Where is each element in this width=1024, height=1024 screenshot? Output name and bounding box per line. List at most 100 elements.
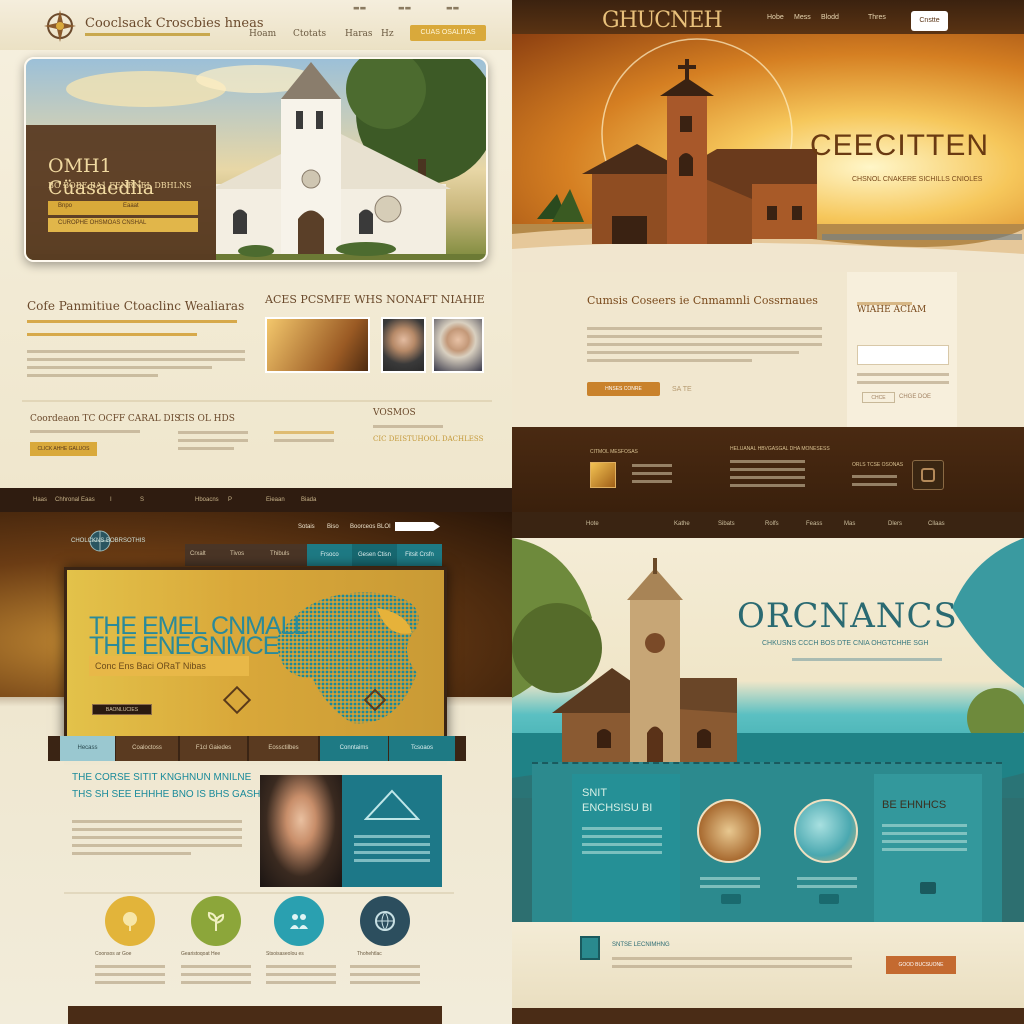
medallion-button[interactable] <box>721 894 741 904</box>
footer-link[interactable]: Hboacns <box>195 497 219 503</box>
top-mini-link[interactable]: ▬▬ <box>398 4 411 12</box>
tab[interactable]: Coaloctoss <box>116 736 178 761</box>
nav-more[interactable]: Hz <box>381 29 394 39</box>
gallery-thumb-interior[interactable] <box>265 317 370 373</box>
col3-subtitle: CIC DEISTUHOOL DACHLESS <box>373 435 484 443</box>
site-logo-text[interactable]: Cooclsack Croscbies hneas <box>85 16 264 31</box>
header-nav: Hote Kathe Sibats Rolfs Feass Mas Dlers … <box>512 512 1024 538</box>
top-mini-link[interactable]: ▬▬ <box>353 4 366 12</box>
top-link[interactable]: Boorceos BLOI <box>350 524 391 530</box>
tab[interactable]: Tcsoaos <box>389 736 455 761</box>
nav-news[interactable]: Mess <box>794 14 811 21</box>
nav-more[interactable]: Thres <box>868 14 886 21</box>
content-button[interactable]: HNSES CONRE <box>587 382 660 396</box>
tab[interactable]: Eossctilbes <box>249 736 318 761</box>
top-nav-item[interactable]: Thibuls <box>270 551 289 557</box>
content-area: Cumsis Coseers ie Cnmamnli Cossrnaues HN… <box>512 272 1024 427</box>
footer-link[interactable]: Biada <box>301 497 316 503</box>
section-text <box>72 815 242 860</box>
nav-item[interactable]: Kathe <box>674 521 690 527</box>
hero-button[interactable]: BAONLUCIES <box>92 704 152 715</box>
medallion-text <box>797 872 857 893</box>
feature-col2-text <box>730 455 805 492</box>
hero-church-illustration <box>512 538 1024 798</box>
sidebar-text <box>857 368 949 389</box>
footer-link[interactable]: Haas <box>33 497 47 503</box>
gallery-thumb-person[interactable] <box>381 317 426 373</box>
right-text <box>882 819 967 856</box>
tab-active[interactable]: Hecass <box>60 736 115 761</box>
nav-blog[interactable]: Blodd <box>821 14 839 21</box>
left-text <box>582 822 662 859</box>
nav-services[interactable]: Haras <box>345 29 373 39</box>
top-link[interactable]: Sotais <box>298 524 315 530</box>
footer-link[interactable]: P <box>228 497 232 503</box>
template-church-sunset: GHUCNEH Hobe Mess Blodd Thres Cnstte CEE… <box>512 0 1024 512</box>
top-nav-item-active[interactable]: Frsoco <box>307 544 352 566</box>
footer-button[interactable]: GOOD BUCSUONE <box>886 956 956 974</box>
feature-circle[interactable] <box>191 896 241 946</box>
footer-link[interactable]: I <box>110 497 112 503</box>
top-nav-item[interactable]: Tivos <box>230 551 244 557</box>
hero-banner: ORCNANCS CHKUSNS CCCH BOS DTE CNIA OHGTC… <box>512 538 1024 798</box>
col2b-text <box>274 426 334 447</box>
hero-text <box>792 653 942 666</box>
footer-link[interactable]: Chhronal Eaas <box>55 497 95 503</box>
nav-item[interactable]: Cllaas <box>928 521 945 527</box>
footer-link[interactable]: S <box>140 497 144 503</box>
nav-home[interactable]: Hoam <box>249 29 276 39</box>
feature-thumb[interactable] <box>590 462 616 488</box>
nav-home[interactable]: Hobe <box>767 14 784 21</box>
gallery-thumb-person[interactable] <box>432 317 484 373</box>
feature-text <box>181 960 251 989</box>
top-nav-item[interactable]: Fitsit Crsfn <box>397 544 442 566</box>
shield-icon <box>580 936 600 960</box>
nav-item[interactable]: Dlers <box>888 521 902 527</box>
top-nav-item[interactable]: Crxalt <box>190 551 206 557</box>
medallion-button[interactable] <box>819 894 839 904</box>
top-link[interactable]: Biso <box>327 524 339 530</box>
site-logo-text[interactable]: GHUCNEH <box>602 8 723 33</box>
sidebar-button[interactable]: CHCE <box>862 392 895 403</box>
nav-item[interactable]: Rolfs <box>765 521 779 527</box>
col2-title: CIS OL HDS <box>178 414 235 424</box>
tab[interactable]: F1cl Gaiedes <box>180 736 247 761</box>
feature-circle[interactable] <box>360 896 410 946</box>
globe-medallion-icon[interactable] <box>794 799 858 863</box>
right-button[interactable] <box>920 882 936 894</box>
nav-item[interactable]: Hote <box>586 521 599 527</box>
footer-link[interactable]: Eieaan <box>266 497 285 503</box>
feature-col1-text <box>632 459 672 488</box>
nav-contact-button[interactable]: Cnstte <box>911 11 948 31</box>
frame-icon <box>921 468 935 482</box>
site-logo-text[interactable]: CHOLCKNS BOBRSOTHIS <box>71 538 181 544</box>
nav-item[interactable]: Sibats <box>718 521 735 527</box>
hero-banner: CEECITTEN CHSNOL CNAKERE SICHILLS CNIOLE… <box>512 34 1024 276</box>
arrow-icon[interactable] <box>395 522 440 531</box>
sidebar-input[interactable] <box>857 345 949 365</box>
top-mini-link[interactable]: ▬▬ <box>446 4 459 12</box>
nav-about[interactable]: Ctotats <box>293 29 326 39</box>
feature-circle[interactable] <box>274 896 324 946</box>
section-title-1: THE CORSE SITIT KNGHNUN MNILNE <box>72 772 252 783</box>
hero-submit-button[interactable]: CUROPHE OHSMOAS CNSHAL <box>48 218 198 232</box>
sidebar-link[interactable]: CHGE DOE <box>899 394 931 400</box>
sidebar-title: WIAHE ACIAM <box>857 305 927 315</box>
col1-button[interactable]: CLICK AHHE GALUOS <box>30 442 97 456</box>
pastor-portrait[interactable] <box>260 775 342 887</box>
top-nav-item[interactable]: Gesen Ctisn <box>352 544 397 566</box>
nav-item[interactable]: Mas <box>844 521 855 527</box>
nav-item[interactable]: Feass <box>806 521 822 527</box>
hero-form-field[interactable]: Bnpo Eaaat <box>48 201 198 215</box>
feature-col3-title: ORLS TCSE OSONAS <box>852 462 904 468</box>
hero-subtitle: Conc Ens Baci ORaT Nibas <box>89 656 249 676</box>
divider <box>22 400 492 402</box>
nav-cta-button[interactable]: CUAS OSALITAS <box>410 25 486 41</box>
info-card[interactable] <box>342 775 442 887</box>
content-link[interactable]: SA TE <box>672 386 692 393</box>
feature-icon-box[interactable] <box>912 460 944 490</box>
feature-circle[interactable] <box>105 896 155 946</box>
medallion-icon[interactable] <box>697 799 761 863</box>
tab[interactable]: Conntaims <box>320 736 388 761</box>
left-title-1: SNIT <box>582 787 608 799</box>
